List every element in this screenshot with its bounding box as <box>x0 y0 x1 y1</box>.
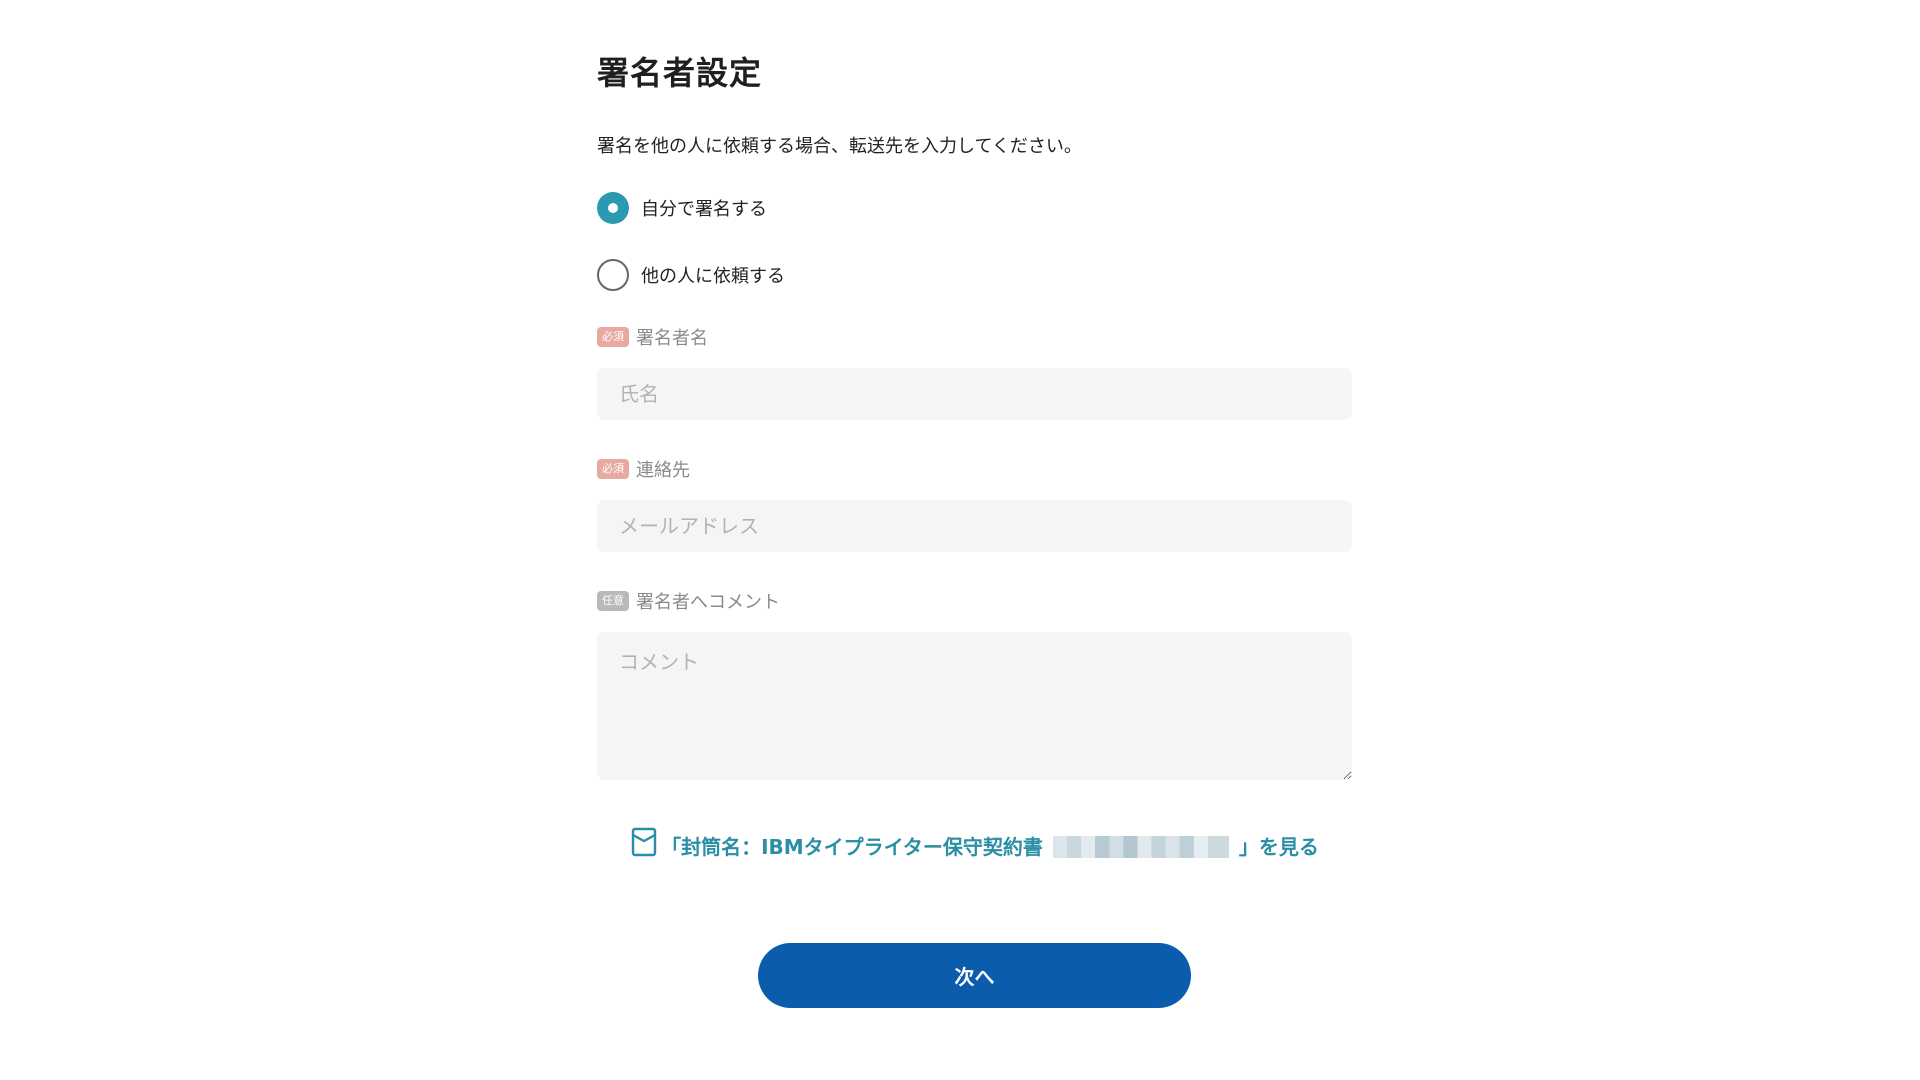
radio-label-request-other: 他の人に依頼する <box>641 266 785 287</box>
radio-label-self-sign: 自分で署名する <box>641 199 767 220</box>
radio-unchecked-icon[interactable] <box>597 259 629 291</box>
next-button[interactable]: 次へ <box>758 943 1191 1008</box>
redacted-text <box>1052 836 1229 858</box>
document-icon <box>631 827 657 867</box>
envelope-link-prefix: 「封筒名：IBMタイプライター保守契約書 <box>661 835 1043 859</box>
signer-name-label-text: 署名者名 <box>636 328 708 349</box>
signer-name-label: 必須 署名者名 <box>597 324 708 350</box>
optional-badge: 任意 <box>597 591 629 611</box>
comment-label: 任意 署名者へコメント <box>597 588 780 614</box>
radio-option-request-other[interactable]: 他の人に依頼する <box>597 259 785 291</box>
page-title: 署名者設定 <box>597 54 763 92</box>
required-badge: 必須 <box>597 459 629 479</box>
required-badge: 必須 <box>597 327 629 347</box>
contact-label: 必須 連絡先 <box>597 456 690 482</box>
comment-textarea[interactable] <box>597 632 1352 780</box>
comment-label-text: 署名者へコメント <box>636 592 780 613</box>
radio-option-self-sign[interactable]: 自分で署名する <box>597 192 767 224</box>
view-envelope-link[interactable]: 「封筒名：IBMタイプライター保守契約書 」を見る <box>625 827 1325 867</box>
radio-checked-icon[interactable] <box>597 192 629 224</box>
page-description: 署名を他の人に依頼する場合、転送先を入力してください。 <box>597 136 1082 157</box>
email-input[interactable] <box>597 500 1352 552</box>
contact-label-text: 連絡先 <box>636 460 690 481</box>
signer-name-input[interactable] <box>597 368 1352 420</box>
envelope-link-suffix: 」を見る <box>1238 835 1319 859</box>
